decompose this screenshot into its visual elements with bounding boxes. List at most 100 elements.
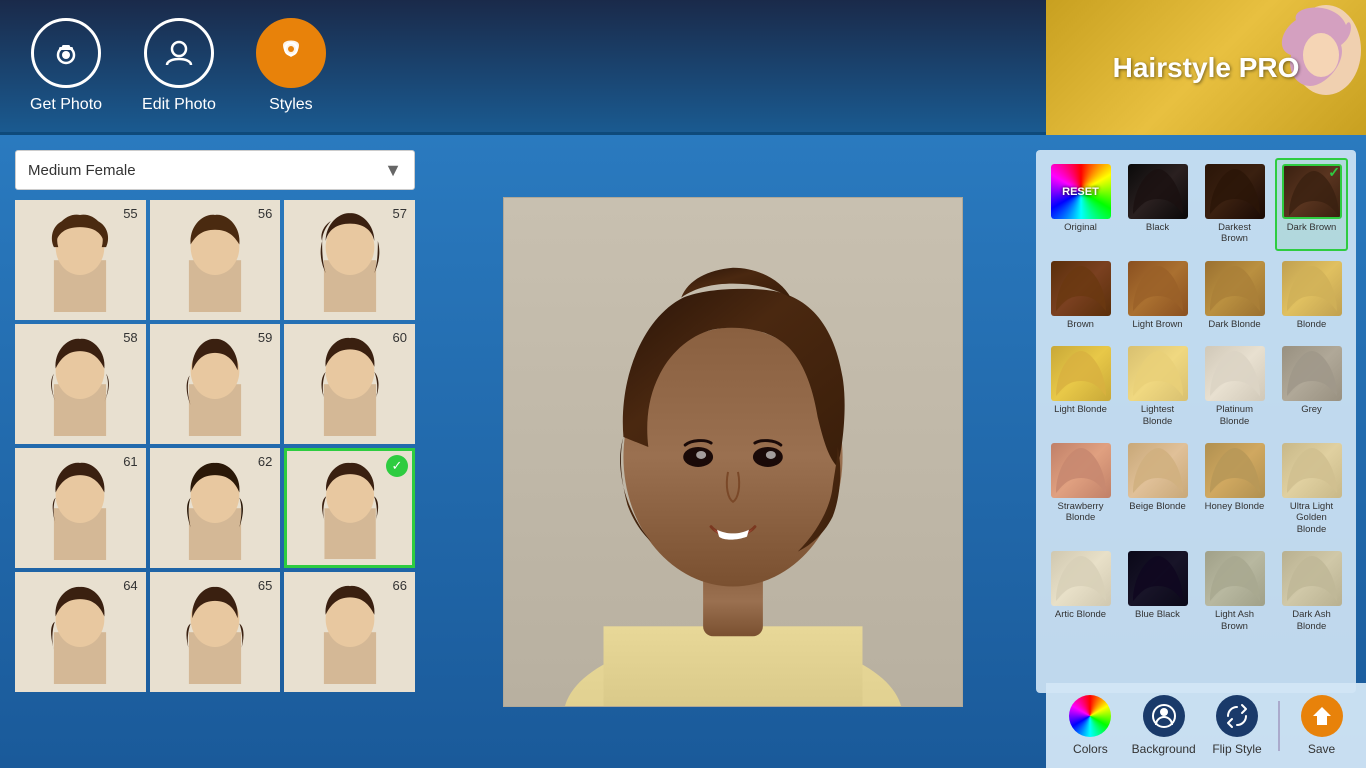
artic-label: Artic Blonde — [1055, 609, 1106, 620]
style-item-62[interactable]: 62 — [150, 448, 281, 568]
edit-photo-icon — [144, 18, 214, 88]
style-item-55[interactable]: 55 — [15, 200, 146, 320]
light-blonde-label: Light Blonde — [1054, 404, 1107, 415]
main-content: Medium Female ▼ 55 56 — [0, 135, 1366, 768]
color-platinum[interactable]: Platinum Blonde — [1198, 340, 1271, 433]
blue-black-label: Blue Black — [1135, 609, 1180, 620]
flip-style-button[interactable]: Flip Style — [1210, 695, 1265, 756]
center-preview — [430, 135, 1036, 768]
blue-black-swatch — [1128, 551, 1188, 606]
background-button[interactable]: Background — [1132, 695, 1196, 756]
save-icon — [1301, 695, 1343, 737]
platinum-swatch — [1205, 346, 1265, 401]
artic-swatch — [1051, 551, 1111, 606]
darkest-brown-label: Darkest Brown — [1204, 222, 1265, 245]
color-blonde[interactable]: Blonde — [1275, 255, 1348, 336]
dark-blonde-swatch — [1205, 261, 1265, 316]
color-dark-brown[interactable]: Dark Brown — [1275, 158, 1348, 251]
light-blonde-swatch — [1051, 346, 1111, 401]
style-item-60[interactable]: 60 — [284, 324, 415, 444]
black-swatch — [1128, 164, 1188, 219]
dark-brown-swatch — [1282, 164, 1342, 219]
color-ultra-light[interactable]: Ultra Light Golden Blonde — [1275, 437, 1348, 541]
dark-ash-label: Dark Ash Blonde — [1281, 609, 1342, 632]
styles-label: Styles — [269, 96, 313, 114]
colors-icon — [1069, 695, 1111, 737]
color-blue-black[interactable]: Blue Black — [1121, 545, 1194, 638]
color-black[interactable]: Black — [1121, 158, 1194, 251]
color-grid: RESET Original Black — [1044, 158, 1348, 638]
original-swatch: RESET — [1051, 164, 1111, 219]
get-photo-label: Get Photo — [30, 96, 102, 114]
chevron-down-icon: ▼ — [384, 160, 402, 181]
left-panel: Medium Female ▼ 55 56 — [0, 135, 430, 768]
colors-button[interactable]: Colors — [1063, 695, 1118, 756]
strawberry-swatch — [1051, 443, 1111, 498]
color-brown[interactable]: Brown — [1044, 255, 1117, 336]
honey-swatch — [1205, 443, 1265, 498]
preview-frame — [503, 197, 963, 707]
brown-swatch — [1051, 261, 1111, 316]
save-label: Save — [1308, 742, 1335, 756]
colors-panel: RESET Original Black — [1036, 150, 1356, 693]
light-brown-swatch — [1128, 261, 1188, 316]
style-item-59[interactable]: 59 — [150, 324, 281, 444]
style-category-dropdown[interactable]: Medium Female ▼ — [15, 150, 415, 190]
lightest-blonde-swatch — [1128, 346, 1188, 401]
platinum-label: Platinum Blonde — [1204, 404, 1265, 427]
dark-blonde-label: Dark Blonde — [1208, 319, 1260, 330]
color-light-ash[interactable]: Light Ash Brown — [1198, 545, 1271, 638]
edit-photo-label: Edit Photo — [142, 96, 216, 114]
flip-label: Flip Style — [1212, 742, 1261, 756]
toolbar-divider — [1278, 701, 1280, 751]
black-label: Black — [1146, 222, 1169, 233]
nav-get-photo[interactable]: Get Photo — [30, 18, 102, 114]
color-light-brown[interactable]: Light Brown — [1121, 255, 1194, 336]
dark-ash-swatch — [1282, 551, 1342, 606]
nav-styles[interactable]: Styles — [256, 18, 326, 114]
styles-grid: 55 56 — [15, 200, 415, 692]
color-beige[interactable]: Beige Blonde — [1121, 437, 1194, 541]
color-dark-blonde[interactable]: Dark Blonde — [1198, 255, 1271, 336]
color-honey[interactable]: Honey Blonde — [1198, 437, 1271, 541]
dropdown-value: Medium Female — [28, 162, 136, 179]
app-title: Hairstyle PRO — [1113, 52, 1300, 84]
styles-icon — [256, 18, 326, 88]
color-lightest-blonde[interactable]: Lightest Blonde — [1121, 340, 1194, 433]
logo-area: Hairstyle PRO — [1046, 0, 1366, 135]
style-item-66[interactable]: 66 — [284, 572, 415, 692]
light-ash-swatch — [1205, 551, 1265, 606]
grey-swatch — [1282, 346, 1342, 401]
honey-label: Honey Blonde — [1205, 501, 1265, 512]
lightest-blonde-label: Lightest Blonde — [1127, 404, 1188, 427]
style-item-57[interactable]: 57 — [284, 200, 415, 320]
color-artic[interactable]: Artic Blonde — [1044, 545, 1117, 638]
style-item-64[interactable]: 64 — [15, 572, 146, 692]
style-item-63[interactable]: ✓ — [284, 448, 415, 568]
get-photo-icon — [31, 18, 101, 88]
background-icon — [1143, 695, 1185, 737]
beige-label: Beige Blonde — [1129, 501, 1186, 512]
color-original[interactable]: RESET Original — [1044, 158, 1117, 251]
selected-checkmark: ✓ — [386, 455, 408, 477]
style-item-65[interactable]: 65 — [150, 572, 281, 692]
dark-brown-label: Dark Brown — [1287, 222, 1337, 233]
brown-label: Brown — [1067, 319, 1094, 330]
style-item-58[interactable]: 58 — [15, 324, 146, 444]
color-dark-ash[interactable]: Dark Ash Blonde — [1275, 545, 1348, 638]
save-button[interactable]: Save — [1294, 695, 1349, 756]
color-grey[interactable]: Grey — [1275, 340, 1348, 433]
nav-edit-photo[interactable]: Edit Photo — [142, 18, 216, 114]
strawberry-label: Strawberry Blonde — [1050, 501, 1111, 524]
beige-swatch — [1128, 443, 1188, 498]
nav-items: Get Photo Edit Photo Styles — [30, 18, 326, 114]
original-label: Original — [1064, 222, 1097, 233]
style-item-61[interactable]: 61 — [15, 448, 146, 568]
ultra-light-swatch — [1282, 443, 1342, 498]
color-darkest-brown[interactable]: Darkest Brown — [1198, 158, 1271, 251]
flip-icon — [1216, 695, 1258, 737]
style-item-56[interactable]: 56 — [150, 200, 281, 320]
color-light-blonde[interactable]: Light Blonde — [1044, 340, 1117, 433]
color-strawberry[interactable]: Strawberry Blonde — [1044, 437, 1117, 541]
header: Get Photo Edit Photo Styles Hairs — [0, 0, 1366, 135]
